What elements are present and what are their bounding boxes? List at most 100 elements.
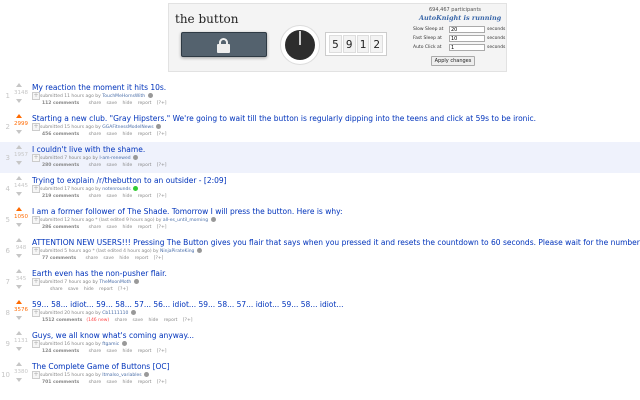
- flair-link[interactable]: [?+]: [183, 318, 193, 323]
- author-link[interactable]: ftgamic: [102, 342, 119, 347]
- report-link[interactable]: report: [164, 318, 178, 323]
- upvote-arrow-icon[interactable]: [16, 176, 22, 180]
- apply-changes-button[interactable]: Apply changes: [431, 56, 475, 66]
- comments-link[interactable]: 124 comments: [42, 349, 79, 354]
- post-title-link[interactable]: Trying to explain /r/thebutton to an out…: [32, 176, 227, 185]
- downvote-arrow-icon[interactable]: [16, 99, 22, 103]
- slow-sleep-input[interactable]: [449, 26, 485, 33]
- expand-button[interactable]: +: [32, 216, 40, 224]
- share-link[interactable]: share: [50, 287, 62, 292]
- comments-link[interactable]: 701 comments: [42, 380, 79, 385]
- flair-link[interactable]: [?+]: [157, 380, 167, 385]
- the-button[interactable]: [181, 32, 267, 57]
- upvote-arrow-icon[interactable]: [16, 269, 22, 273]
- share-link[interactable]: share: [89, 380, 101, 385]
- hide-link[interactable]: hide: [123, 349, 133, 354]
- downvote-arrow-icon[interactable]: [16, 285, 22, 289]
- share-link[interactable]: share: [86, 256, 98, 261]
- save-link[interactable]: save: [68, 287, 79, 292]
- downvote-arrow-icon[interactable]: [16, 161, 22, 165]
- hide-link[interactable]: hide: [84, 287, 94, 292]
- author-link[interactable]: Cb1111110: [102, 311, 128, 316]
- expand-button[interactable]: +: [32, 185, 40, 193]
- hide-link[interactable]: hide: [123, 194, 133, 199]
- share-link[interactable]: share: [89, 225, 101, 230]
- hide-link[interactable]: hide: [123, 225, 133, 230]
- expand-button[interactable]: +: [32, 154, 40, 162]
- flair-link[interactable]: [?+]: [157, 194, 167, 199]
- author-link[interactable]: TouchMeHornsWith: [102, 94, 145, 99]
- hide-link[interactable]: hide: [123, 380, 133, 385]
- downvote-arrow-icon[interactable]: [16, 130, 22, 134]
- flair-link[interactable]: [?+]: [154, 256, 164, 261]
- share-link[interactable]: share: [89, 101, 101, 106]
- save-link[interactable]: save: [107, 101, 118, 106]
- downvote-arrow-icon[interactable]: [16, 254, 22, 258]
- expand-button[interactable]: +: [32, 340, 40, 348]
- expand-button[interactable]: +: [32, 92, 40, 100]
- expand-button[interactable]: +: [32, 309, 40, 317]
- expand-button[interactable]: +: [32, 371, 40, 379]
- upvote-arrow-icon[interactable]: [16, 83, 22, 87]
- comments-link[interactable]: 1512 comments: [42, 318, 82, 323]
- hide-link[interactable]: hide: [123, 132, 133, 137]
- upvote-arrow-icon[interactable]: [16, 238, 22, 242]
- comments-link[interactable]: 112 comments: [42, 101, 79, 106]
- flair-link[interactable]: [?+]: [118, 287, 128, 292]
- post-title-link[interactable]: Earth even has the non-pusher flair.: [32, 269, 167, 278]
- report-link[interactable]: report: [138, 225, 152, 230]
- post-title-link[interactable]: ATTENTION NEW USERS!!! Pressing The Butt…: [32, 238, 640, 247]
- downvote-arrow-icon[interactable]: [16, 192, 22, 196]
- share-link[interactable]: share: [89, 349, 101, 354]
- expand-button[interactable]: +: [32, 123, 40, 131]
- hide-link[interactable]: hide: [149, 318, 159, 323]
- author-link[interactable]: all-es_until_morning: [163, 218, 208, 223]
- author-link[interactable]: NinjaPirateKing: [160, 249, 194, 254]
- post-title-link[interactable]: The Complete Game of Buttons [OC]: [32, 362, 170, 371]
- save-link[interactable]: save: [107, 132, 118, 137]
- share-link[interactable]: share: [89, 163, 101, 168]
- comments-link[interactable]: 280 comments: [42, 163, 79, 168]
- comments-link[interactable]: 286 comments: [42, 225, 79, 230]
- report-link[interactable]: report: [138, 163, 152, 168]
- report-link[interactable]: report: [138, 380, 152, 385]
- downvote-arrow-icon[interactable]: [16, 347, 22, 351]
- save-link[interactable]: save: [103, 256, 114, 261]
- fast-sleep-input[interactable]: [449, 35, 485, 42]
- report-link[interactable]: report: [138, 101, 152, 106]
- flair-link[interactable]: [?+]: [157, 225, 167, 230]
- hide-link[interactable]: hide: [123, 101, 133, 106]
- upvote-arrow-icon[interactable]: [16, 331, 22, 335]
- report-link[interactable]: report: [138, 132, 152, 137]
- flair-link[interactable]: [?+]: [157, 163, 167, 168]
- flair-link[interactable]: [?+]: [157, 349, 167, 354]
- author-link[interactable]: notenrounds: [102, 187, 130, 192]
- upvote-arrow-icon[interactable]: [16, 114, 22, 118]
- share-link[interactable]: share: [89, 194, 101, 199]
- save-link[interactable]: save: [107, 163, 118, 168]
- upvote-arrow-icon[interactable]: [16, 207, 22, 211]
- author-link[interactable]: TheMoonMoth: [99, 280, 131, 285]
- post-title-link[interactable]: 59... 58... idiot... 59... 58... 57... 5…: [32, 300, 343, 309]
- post-title-link[interactable]: I am a former follower of The Shade. Tom…: [32, 207, 343, 216]
- comments-link[interactable]: 456 comments: [42, 132, 79, 137]
- flair-link[interactable]: [?+]: [157, 101, 167, 106]
- report-link[interactable]: report: [135, 256, 149, 261]
- post-title-link[interactable]: Starting a new club. "Gray Hipsters." We…: [32, 114, 536, 123]
- expand-button[interactable]: +: [32, 247, 40, 255]
- save-link[interactable]: save: [107, 349, 118, 354]
- save-link[interactable]: save: [107, 194, 118, 199]
- report-link[interactable]: report: [99, 287, 113, 292]
- post-title-link[interactable]: My reaction the moment it hits 10s.: [32, 83, 166, 92]
- save-link[interactable]: save: [107, 380, 118, 385]
- hide-link[interactable]: hide: [119, 256, 129, 261]
- hide-link[interactable]: hide: [123, 163, 133, 168]
- downvote-arrow-icon[interactable]: [16, 223, 22, 227]
- post-title-link[interactable]: I couldn't live with the shame.: [32, 145, 145, 154]
- save-link[interactable]: save: [107, 225, 118, 230]
- auto-click-input[interactable]: [449, 44, 485, 51]
- comments-link[interactable]: 219 comments: [42, 194, 79, 199]
- upvote-arrow-icon[interactable]: [16, 362, 22, 366]
- report-link[interactable]: report: [138, 349, 152, 354]
- author-link[interactable]: GGAFitnessModelNews: [102, 125, 153, 130]
